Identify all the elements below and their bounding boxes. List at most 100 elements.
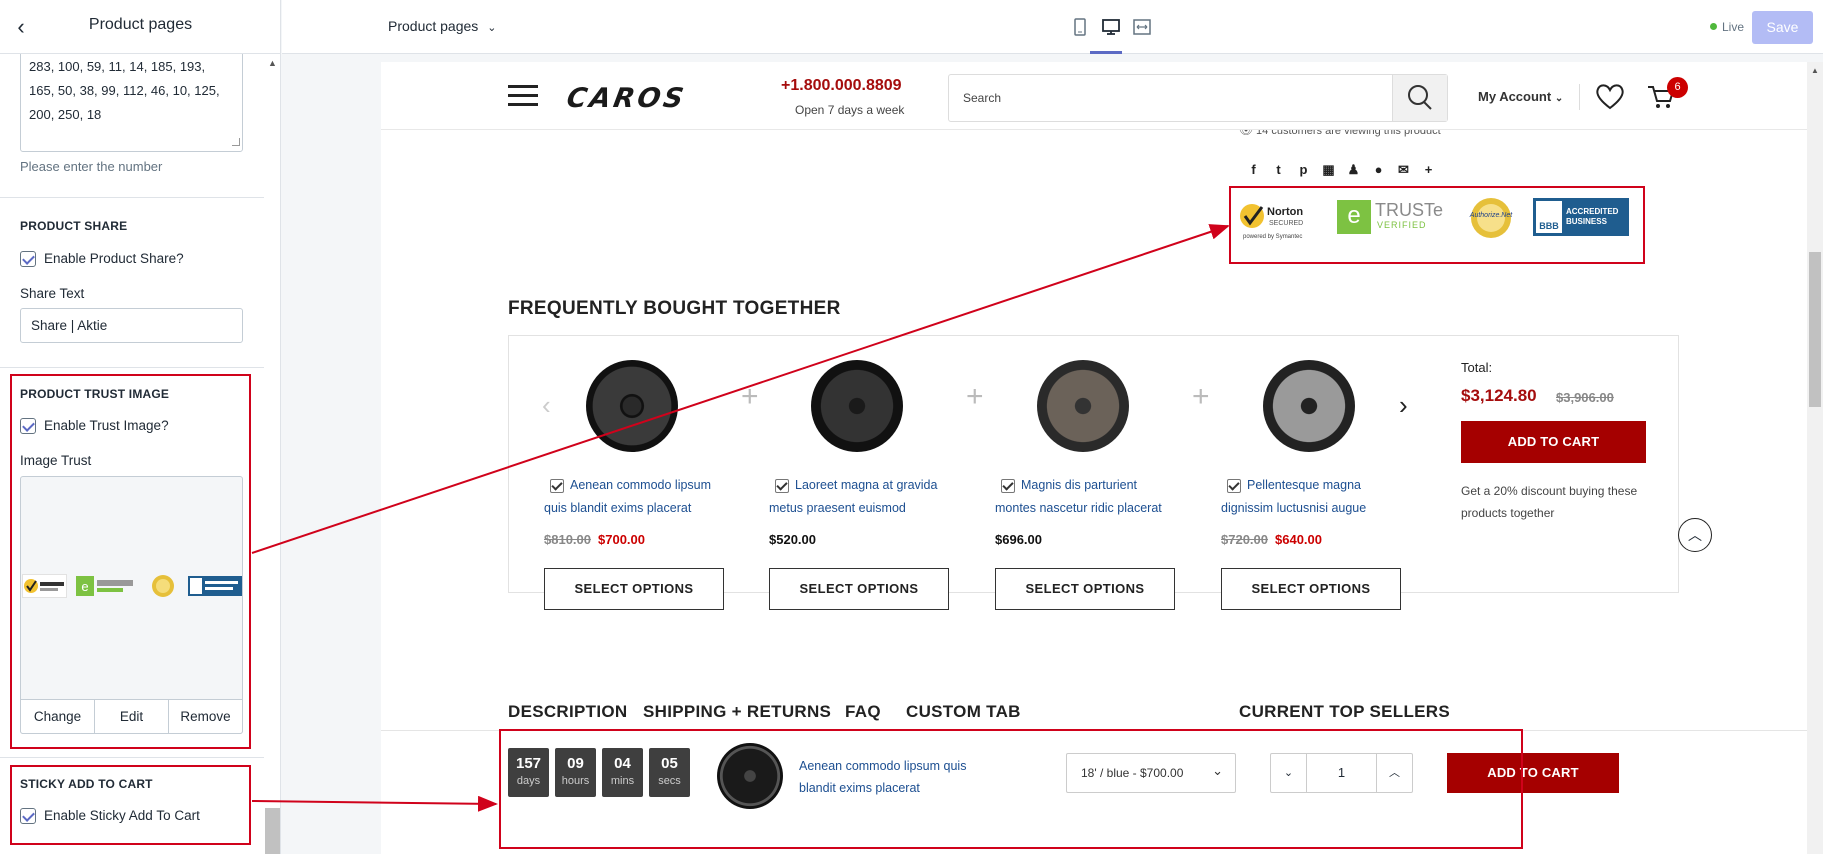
store-logo[interactable]: CAROS xyxy=(564,83,688,114)
fbt-add-to-cart-button[interactable]: ADD TO CART xyxy=(1461,421,1646,463)
product-price: $810.00 $700.00 xyxy=(544,532,645,547)
reddit-icon[interactable]: ● xyxy=(1366,162,1391,177)
panel-scrollbar[interactable] xyxy=(264,54,280,854)
scroll-up-icon[interactable]: ▲ xyxy=(268,58,277,68)
sticky-bar-highlight xyxy=(499,729,1523,849)
product-image[interactable] xyxy=(811,360,903,452)
share-text-input[interactable]: Share | Aktie xyxy=(20,308,243,343)
product-price: $696.00 xyxy=(995,532,1042,547)
snapchat-icon[interactable]: ♟ xyxy=(1341,162,1366,178)
back-to-top-icon[interactable]: ︿ xyxy=(1678,518,1712,552)
trust-badges-highlight xyxy=(1229,186,1645,264)
preview-scrollbar[interactable]: ▲ xyxy=(1807,62,1823,854)
mobile-view-icon[interactable] xyxy=(1067,14,1093,40)
total-price: $3,124.80 xyxy=(1461,386,1537,405)
tab-shipping-returns[interactable]: SHIPPING + RETURNS xyxy=(643,702,831,722)
product-name-line-1: Magnis dis parturient xyxy=(1021,478,1138,492)
divider xyxy=(0,367,264,368)
product-name-line-1: Pellentesque magna xyxy=(1247,478,1361,492)
fbt-title: FREQUENTLY BOUGHT TOGETHER xyxy=(508,298,841,319)
store-header: CAROS +1.800.000.8809 Open 7 days a week… xyxy=(381,62,1807,130)
chevron-down-icon: ⌄ xyxy=(1554,93,1564,104)
product-name-line-1: Laoreet magna at gravida xyxy=(795,478,938,492)
plus-icon: + xyxy=(1192,380,1210,413)
product-name[interactable]: Laoreet magna at gravida metus praesent e… xyxy=(769,474,949,520)
plus-icon[interactable]: + xyxy=(1416,162,1441,177)
product-price: $720.00 $640.00 xyxy=(1221,532,1322,547)
wishlist-heart-icon[interactable] xyxy=(1594,81,1626,111)
old-price: $720.00 xyxy=(1221,532,1268,547)
live-label: Live xyxy=(1722,20,1745,34)
plus-icon: + xyxy=(741,380,759,413)
old-price: $810.00 xyxy=(544,532,591,547)
my-account-menu[interactable]: My Account ⌄ xyxy=(1478,89,1563,104)
desktop-view-icon[interactable] xyxy=(1098,14,1124,40)
fbt-next-arrow-icon[interactable]: › xyxy=(1399,390,1408,421)
panel-scrollbar-thumb[interactable] xyxy=(265,808,280,854)
product-name-line-1: Aenean commodo lipsum xyxy=(570,478,712,492)
storefront-preview: 👁 14 customers are viewing this product … xyxy=(381,62,1807,854)
select-options-button[interactable]: SELECT OPTIONS xyxy=(544,568,724,610)
page-selector[interactable]: Product pages ⌄ xyxy=(388,18,496,34)
tab-faq[interactable]: FAQ xyxy=(845,702,881,722)
product-price: $520.00 xyxy=(769,532,816,547)
resize-handle[interactable] xyxy=(232,138,240,146)
total-label: Total: xyxy=(1461,360,1493,375)
numbers-line-3: 200, 250, 18 xyxy=(29,107,102,122)
select-options-button[interactable]: SELECT OPTIONS xyxy=(995,568,1175,610)
product-name-line-2: dignissim luctusnisi augue xyxy=(1221,501,1367,515)
search-icon xyxy=(1408,85,1432,110)
sale-price: $700.00 xyxy=(598,532,645,547)
save-button[interactable]: Save xyxy=(1752,11,1813,44)
scroll-up-icon[interactable]: ▲ xyxy=(1811,66,1819,75)
enable-product-share-checkbox[interactable] xyxy=(20,251,36,267)
sticky-highlight xyxy=(10,765,251,845)
header-divider xyxy=(1579,84,1580,110)
product-name-line-2: quis blandit exims placerat xyxy=(544,501,692,515)
product-share-heading: PRODUCT SHARE xyxy=(20,219,128,233)
numbers-line-2: 165, 50, 38, 99, 112, 46, 10, 125, xyxy=(29,83,220,98)
fullscreen-view-icon[interactable] xyxy=(1129,14,1155,40)
enable-product-share-label[interactable]: Enable Product Share? xyxy=(44,251,184,266)
numbers-line-1: 283, 100, 59, 11, 14, 185, 193, xyxy=(29,59,206,74)
divider xyxy=(0,197,264,198)
price: $520.00 xyxy=(769,532,816,547)
search-button[interactable] xyxy=(1392,75,1447,121)
chevron-down-icon: ⌄ xyxy=(487,22,497,34)
tab-description[interactable]: DESCRIPTION xyxy=(508,702,627,722)
product-name-line-2: montes nascetur ridic placerat xyxy=(995,501,1162,515)
total-old-price: $3,906.00 xyxy=(1556,390,1614,405)
select-options-button[interactable]: SELECT OPTIONS xyxy=(1221,568,1401,610)
trust-image-highlight xyxy=(10,374,251,749)
product-name[interactable]: Magnis dis parturient montes nascetur rid… xyxy=(995,474,1175,520)
facebook-icon[interactable]: f xyxy=(1241,162,1266,177)
email-icon[interactable]: ✉ xyxy=(1391,162,1416,178)
price: $696.00 xyxy=(995,532,1042,547)
twitter-icon[interactable]: t xyxy=(1266,162,1291,177)
editor-topbar: Product pages ⌄ Live Save xyxy=(282,0,1823,54)
active-view-indicator xyxy=(1090,51,1122,54)
store-search[interactable]: Search xyxy=(948,74,1448,122)
panel-title: Product pages xyxy=(88,16,193,33)
discount-note: Get a 20% discount buying these products… xyxy=(1461,484,1638,520)
store-hours: Open 7 days a week xyxy=(795,103,905,117)
grid-icon[interactable]: ▦ xyxy=(1316,162,1341,178)
my-account-label: My Account xyxy=(1478,89,1552,104)
product-name[interactable]: Pellentesque magna dignissim luctusnisi a… xyxy=(1221,474,1401,520)
search-placeholder: Search xyxy=(963,91,1002,105)
share-text-label: Share Text xyxy=(20,286,85,301)
pinterest-icon[interactable]: p xyxy=(1291,162,1316,177)
select-options-button[interactable]: SELECT OPTIONS xyxy=(769,568,949,610)
store-phone[interactable]: +1.800.000.8809 xyxy=(781,77,902,95)
plus-icon: + xyxy=(966,380,984,413)
panel-header: ‹ Product pages xyxy=(0,0,280,54)
tab-custom[interactable]: CUSTOM TAB xyxy=(906,702,1021,722)
product-image[interactable] xyxy=(1263,360,1355,452)
product-image[interactable] xyxy=(1037,360,1129,452)
fbt-prev-arrow-icon[interactable]: ‹ xyxy=(542,390,551,421)
share-icons: f t p ▦ ♟ ● ✉ + xyxy=(1241,162,1441,178)
product-name[interactable]: Aenean commodo lipsum quis blandit exims … xyxy=(544,474,724,520)
product-image[interactable] xyxy=(586,360,678,452)
preview-scrollbar-thumb[interactable] xyxy=(1809,252,1821,407)
numbers-textarea[interactable]: 283, 100, 59, 11, 14, 185, 193, 165, 50,… xyxy=(20,40,243,152)
